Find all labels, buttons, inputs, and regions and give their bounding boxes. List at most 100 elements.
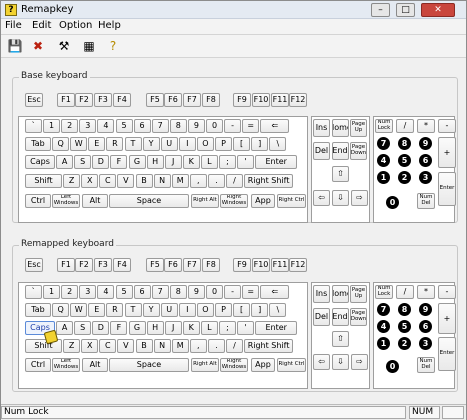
remapped-key-t[interactable]: T (124, 303, 142, 317)
base-key-key[interactable]: [ (233, 137, 251, 151)
base-key-key[interactable]: \ (269, 137, 287, 151)
remapped-key-3[interactable]: 3 (79, 285, 97, 299)
remapped-key-f12[interactable]: F12 (289, 258, 307, 272)
remapped-numpad-7[interactable]: 7 (377, 303, 390, 316)
remapped-key-key[interactable]: , (189, 339, 207, 353)
base-key-enter[interactable]: Enter (255, 155, 298, 169)
base-key-f2[interactable]: F2 (75, 93, 93, 107)
remapped-key-f6[interactable]: F6 (164, 258, 182, 272)
remapped-numpad-6[interactable]: 6 (419, 320, 432, 333)
base-key-n[interactable]: N (153, 174, 171, 188)
base-key-f[interactable]: F (110, 155, 128, 169)
remapped-key-v[interactable]: V (117, 339, 135, 353)
remapped-key-o[interactable]: O (196, 303, 214, 317)
base-key-o[interactable]: O (196, 137, 214, 151)
remapped-key-page-down[interactable]: Page Down (350, 308, 367, 327)
remapped-key-key[interactable]: ' (237, 321, 255, 335)
remapped-key-0[interactable]: 0 (206, 285, 223, 299)
remapped-key-h[interactable]: H (146, 321, 164, 335)
base-key-8[interactable]: 8 (169, 119, 187, 133)
base-key-f9[interactable]: F9 (233, 93, 251, 107)
tools-icon[interactable]: ⚒ (55, 38, 73, 55)
base-arrow-down-key[interactable]: ⇩ (332, 190, 349, 206)
base-key-alt[interactable]: Alt (82, 194, 108, 208)
remapped-key-2[interactable]: 2 (61, 285, 79, 299)
remapped-key-f7[interactable]: F7 (183, 258, 201, 272)
base-numpad-6[interactable]: 6 (419, 154, 432, 167)
remapped-key-c[interactable]: C (99, 339, 117, 353)
remapped-key-m[interactable]: M (171, 339, 189, 353)
base-key-left-windows[interactable]: Left Windows (52, 194, 80, 208)
base-key-key[interactable]: ⇐ (260, 119, 290, 133)
remapped-key-q[interactable]: Q (52, 303, 70, 317)
base-key-b[interactable]: B (135, 174, 153, 188)
base-key-ctrl[interactable]: Ctrl (25, 194, 51, 208)
remapped-key-a[interactable]: A (56, 321, 74, 335)
remapped-key-8[interactable]: 8 (169, 285, 187, 299)
base-key-key[interactable]: , (189, 174, 207, 188)
base-key-c[interactable]: C (99, 174, 117, 188)
remapped-key-1[interactable]: 1 (43, 285, 61, 299)
base-key-del[interactable]: Del (313, 142, 330, 161)
base-key-g[interactable]: G (128, 155, 146, 169)
base-key-3[interactable]: 3 (79, 119, 97, 133)
remapped-key-esc[interactable]: Esc (25, 258, 43, 272)
base-numpad-5[interactable]: 5 (398, 154, 411, 167)
remapped-numpad-2[interactable]: 2 (398, 337, 411, 350)
remapped-key-right-ctrl[interactable]: Right Ctrl (277, 358, 306, 372)
remapped-key-e[interactable]: E (88, 303, 106, 317)
help-icon[interactable]: ? (104, 38, 122, 55)
remapped-key-d[interactable]: D (92, 321, 110, 335)
base-key-right-shift[interactable]: Right Shift (244, 174, 294, 188)
base-key-i[interactable]: I (178, 137, 196, 151)
remapped-numpad-4[interactable]: 4 (377, 320, 390, 333)
remapped-key-b[interactable]: B (135, 339, 153, 353)
remapped-key-key[interactable]: [ (233, 303, 251, 317)
base-key-space[interactable]: Space (109, 194, 189, 208)
remapped-key-k[interactable]: K (182, 321, 200, 335)
base-key-e[interactable]: E (88, 137, 106, 151)
close-button[interactable]: ✕ (421, 3, 455, 17)
base-key-f5[interactable]: F5 (146, 93, 164, 107)
base-key-f8[interactable]: F8 (202, 93, 220, 107)
remapped-numpad-del[interactable]: Num Del (417, 357, 435, 373)
base-numpad-key[interactable]: / (396, 119, 414, 133)
base-numpad-0[interactable]: 0 (386, 196, 399, 209)
base-arrow-right-key[interactable]: ⇨ (351, 190, 368, 206)
menu-edit[interactable]: Edit (32, 20, 51, 31)
base-key-0[interactable]: 0 (206, 119, 223, 133)
remapped-key-4[interactable]: 4 (97, 285, 115, 299)
remapped-numpad-3[interactable]: 3 (419, 337, 432, 350)
base-numpad-key[interactable]: - (438, 119, 456, 133)
base-key-z[interactable]: Z (63, 174, 81, 188)
remapped-key-s[interactable]: S (74, 321, 92, 335)
remapped-key-ins[interactable]: Ins (313, 285, 330, 304)
base-key-ins[interactable]: Ins (313, 119, 330, 138)
base-key-1[interactable]: 1 (43, 119, 61, 133)
remapped-key-n[interactable]: N (153, 339, 171, 353)
base-arrow-up-key[interactable]: ⇧ (332, 166, 349, 182)
remapped-numpad-1[interactable]: 1 (377, 337, 390, 350)
base-key-v[interactable]: V (117, 174, 135, 188)
base-key-7[interactable]: 7 (151, 119, 169, 133)
remapped-key-p[interactable]: P (215, 303, 232, 317)
base-key-d[interactable]: D (92, 155, 110, 169)
base-key-end[interactable]: End (331, 142, 349, 161)
remapped-key-f5[interactable]: F5 (146, 258, 164, 272)
base-key-x[interactable]: X (81, 174, 99, 188)
base-key-right-ctrl[interactable]: Right Ctrl (277, 194, 306, 208)
base-key-2[interactable]: 2 (61, 119, 79, 133)
base-key-f4[interactable]: F4 (113, 93, 131, 107)
remapped-key-f4[interactable]: F4 (113, 258, 131, 272)
base-numpad-4[interactable]: 4 (377, 154, 390, 167)
base-key-key[interactable]: ; (219, 155, 236, 169)
remapped-numpad-plus[interactable]: + (438, 303, 456, 334)
remapped-numpad-8[interactable]: 8 (398, 303, 411, 316)
remapped-key-f9[interactable]: F9 (233, 258, 251, 272)
remapped-key-7[interactable]: 7 (151, 285, 169, 299)
base-key-j[interactable]: J (164, 155, 182, 169)
remapped-key-key[interactable]: ⇐ (260, 285, 290, 299)
remapped-key-alt[interactable]: Alt (82, 358, 108, 372)
base-key-q[interactable]: Q (52, 137, 70, 151)
remapped-key-end[interactable]: End (331, 308, 349, 327)
